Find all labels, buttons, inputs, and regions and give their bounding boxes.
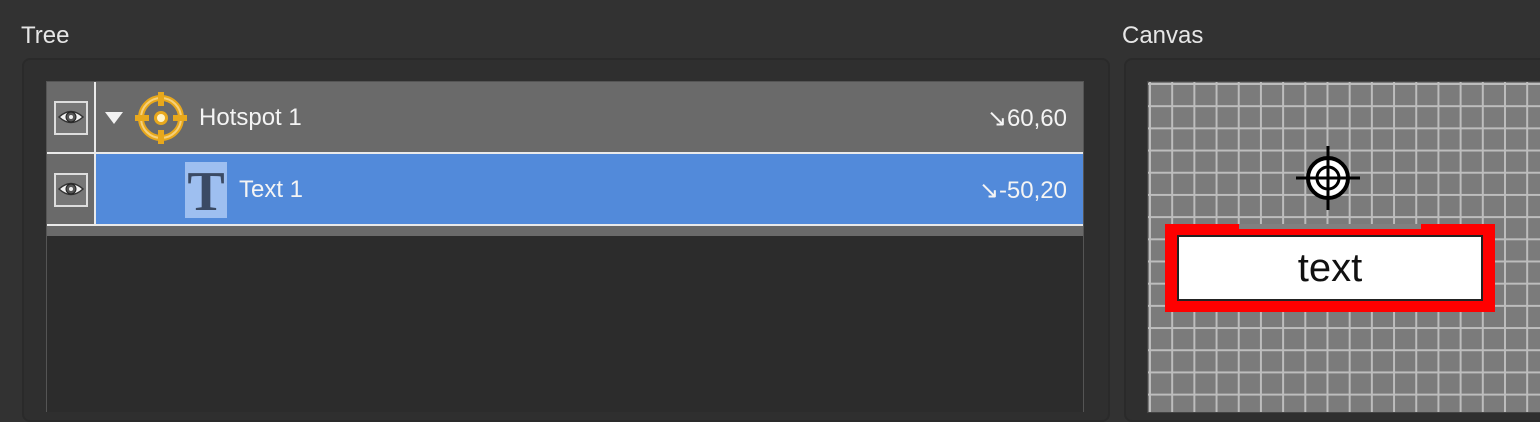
tree-footer-strip [47, 226, 1083, 236]
canvas-text-element[interactable]: text [1177, 235, 1483, 301]
hotspot-target-icon [133, 90, 189, 151]
visibility-cell [47, 82, 96, 152]
text-icon-glyph: T [187, 161, 225, 223]
tree-view[interactable]: Hotspot 1 ↘60,60 T Text 1 ↘-50,20 [46, 81, 1084, 412]
tree-row-coord: ↘-50,20 [978, 177, 1067, 204]
visibility-cell [47, 154, 96, 224]
eye-icon [57, 110, 85, 124]
tree-row-label: Hotspot 1 [199, 104, 302, 131]
crosshair-icon[interactable] [1296, 146, 1360, 210]
tree-row-hotspot[interactable]: Hotspot 1 ↘60,60 [47, 82, 1083, 154]
outline-notch [1239, 224, 1421, 229]
tree-row-text[interactable]: T Text 1 ↘-50,20 [47, 154, 1083, 226]
tree-panel-title: Tree [21, 22, 70, 49]
canvas-panel-title: Canvas [1122, 22, 1204, 49]
expand-triangle-icon[interactable] [105, 112, 123, 124]
tree-row-coord: ↘60,60 [986, 105, 1067, 132]
visibility-toggle[interactable] [54, 101, 88, 135]
visibility-toggle[interactable] [54, 173, 88, 207]
eye-icon [57, 182, 85, 196]
tree-row-label: Text 1 [239, 176, 304, 203]
text-T-icon: T [185, 161, 227, 223]
